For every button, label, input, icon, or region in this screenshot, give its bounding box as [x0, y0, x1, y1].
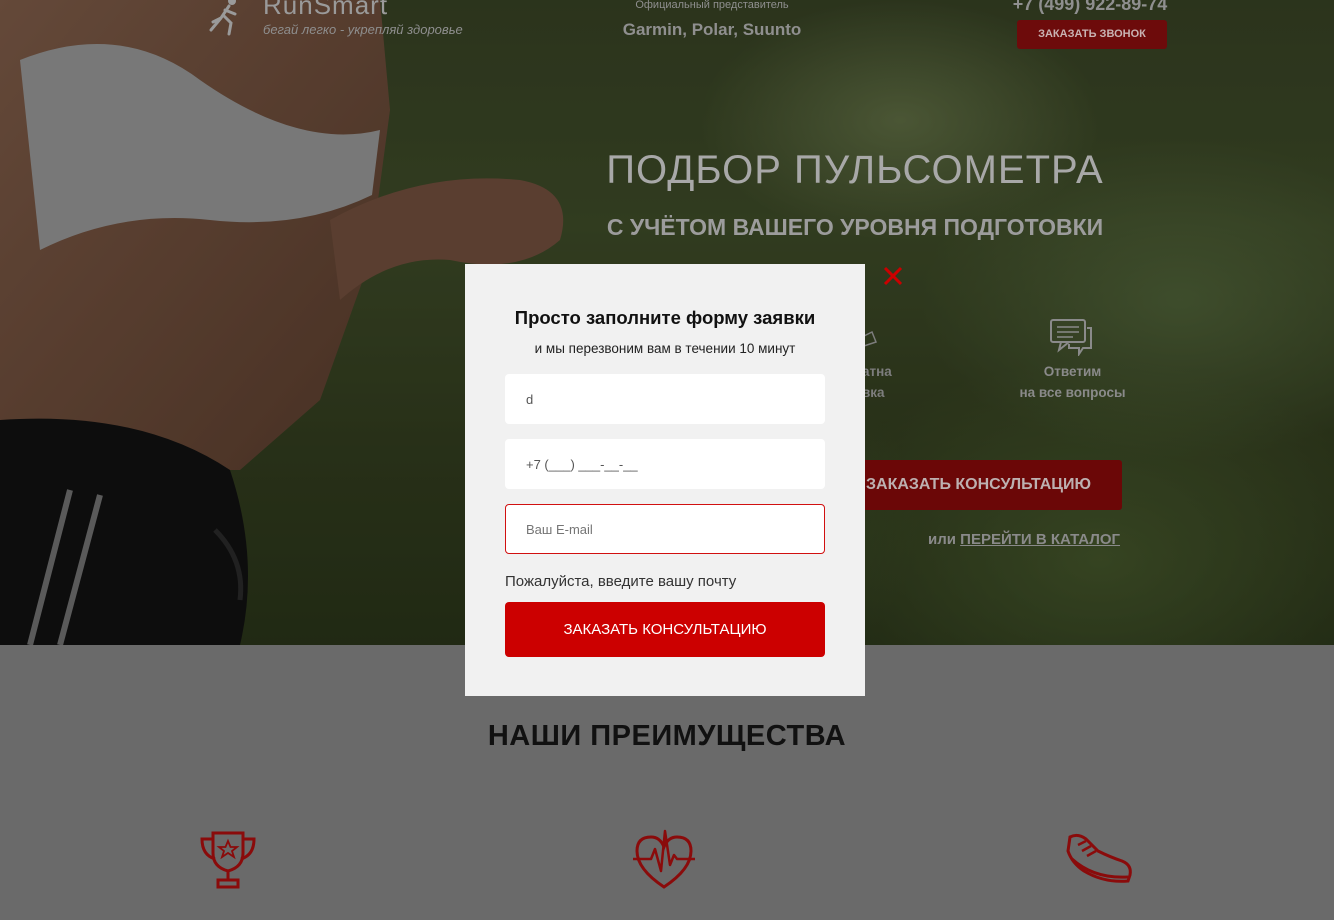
modal-title: Просто заполните форму заявки [514, 307, 816, 328]
runner-logo-icon [209, 0, 237, 36]
catalog-link-row: или ПЕРЕЙТИ В КАТАЛОГ [928, 531, 1120, 548]
hero-title: ПОДБОР ПУЛЬСОМЕТРА [606, 148, 1104, 192]
order-modal: Просто заполните форму заявки и мы перез… [465, 264, 865, 696]
name-field[interactable] [505, 374, 825, 424]
close-icon[interactable] [880, 263, 906, 289]
chat-bubbles-icon [1050, 319, 1092, 356]
sneaker-icon [1066, 833, 1132, 883]
logo-text[interactable]: RunSmart [263, 0, 388, 21]
hero-consult-button[interactable]: ЗАКАЗАТЬ КОНСУЛЬТАЦИЮ [820, 460, 1122, 510]
hero-subtitle: С УЧЁТОМ ВАШЕГО УРОВНЯ ПОДГОТОВКИ [606, 214, 1104, 240]
feature-partial-line2: вка [862, 385, 885, 400]
phone-number[interactable]: +7 (499) 922-89-74 [1000, 0, 1180, 15]
feature-answer-text: Ответим на все вопросы [1010, 361, 1135, 403]
trophy-icon [200, 831, 256, 889]
heart-pulse-icon [633, 829, 695, 889]
brands-text: Garmin, Polar, Suunto [622, 20, 802, 39]
modal-subtitle: и мы перезвоним вам в течении 10 минут [534, 341, 796, 356]
advantages-title: НАШИ ПРЕИМУЩЕСТВА [487, 720, 847, 752]
official-label: Официальный представитель [635, 0, 789, 11]
feature-answer-line2: на все вопросы [1019, 385, 1126, 400]
submit-consult-button[interactable]: ЗАКАЗАТЬ КОНСУЛЬТАЦИЮ [505, 602, 825, 657]
feature-partial-line1: атна [862, 364, 892, 379]
feature-answer-line1: Ответим [1043, 364, 1102, 379]
order-call-button[interactable]: ЗАКАЗАТЬ ЗВОНОК [1017, 20, 1167, 49]
phone-field[interactable] [505, 439, 825, 489]
email-error-message: Пожалуйста, введите вашу почту [505, 573, 737, 590]
or-label: или [928, 531, 956, 548]
logo-tagline: бегай легко - укрепляй здоровье [263, 22, 463, 37]
catalog-link[interactable]: ПЕРЕЙТИ В КАТАЛОГ [960, 531, 1120, 548]
email-field[interactable] [505, 504, 825, 554]
